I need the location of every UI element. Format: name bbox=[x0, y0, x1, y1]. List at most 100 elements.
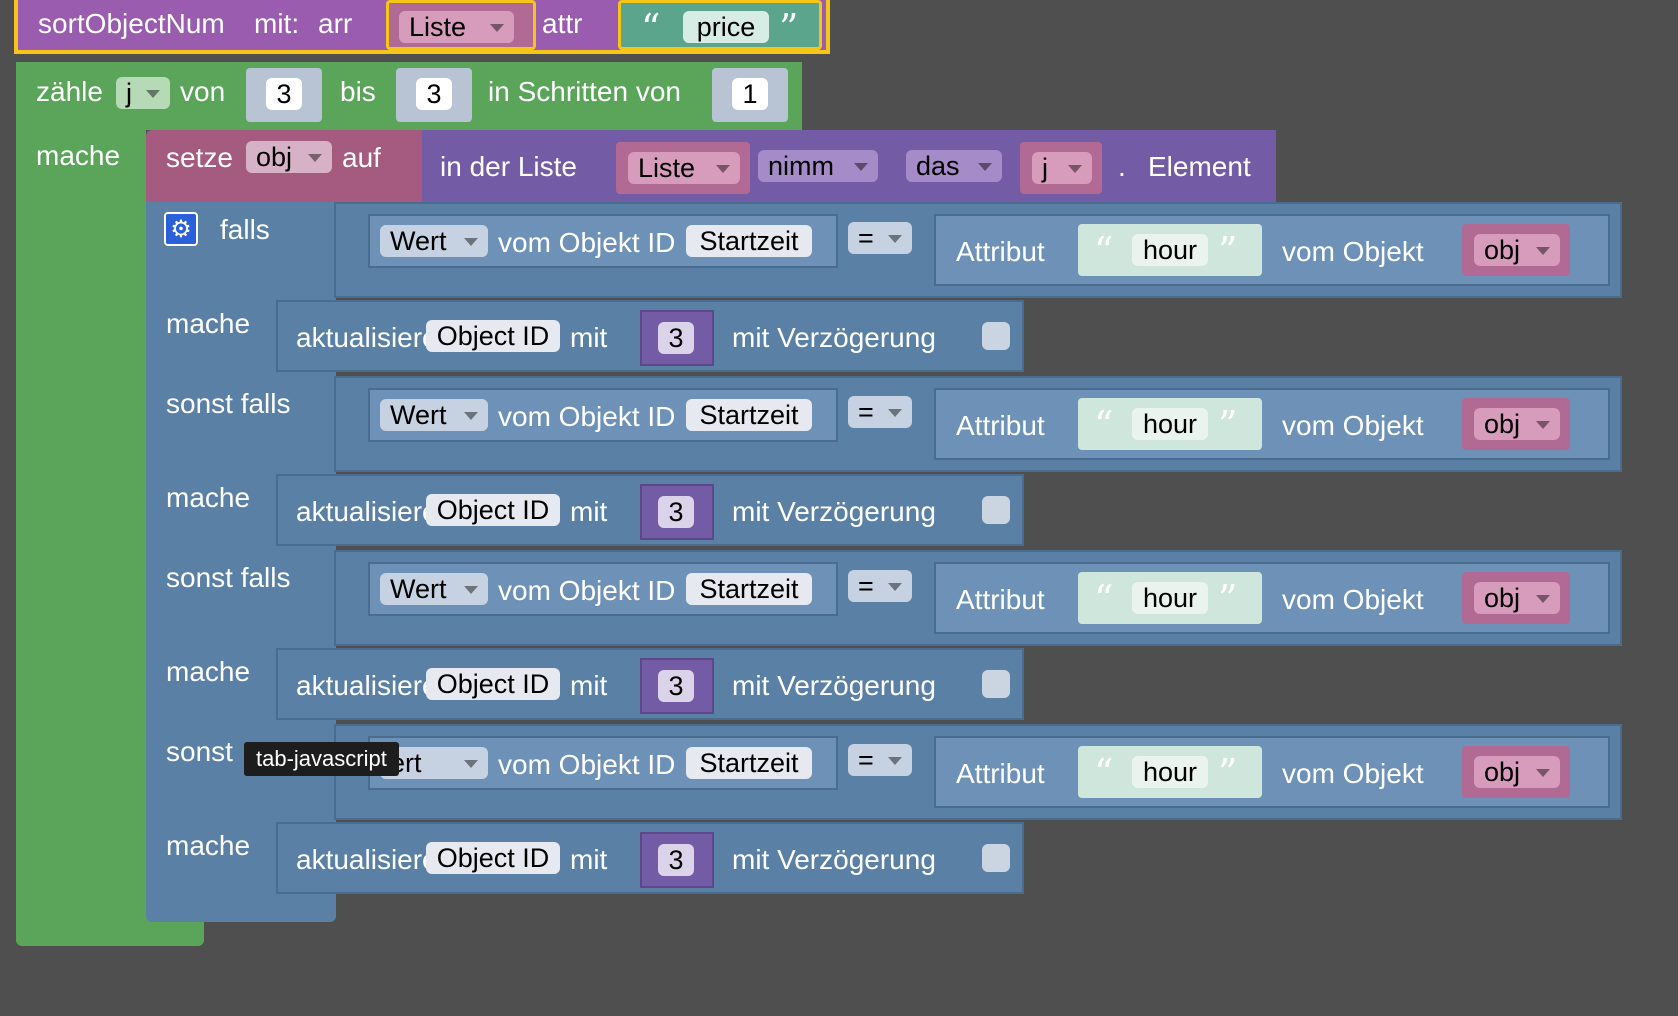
delay-checkbox[interactable] bbox=[982, 844, 1010, 872]
loop-step-value[interactable]: 1 bbox=[732, 78, 768, 110]
value-dropdown[interactable]: Wert bbox=[380, 573, 488, 605]
compare-op-dropdown[interactable]: = bbox=[848, 744, 912, 776]
update-label: aktualisiere bbox=[296, 844, 438, 875]
update-value[interactable]: 3 bbox=[658, 322, 694, 354]
object-id-field[interactable]: Object ID bbox=[426, 668, 560, 700]
object-id-field[interactable]: Object ID bbox=[426, 320, 560, 352]
attribute-text-field[interactable]: hour bbox=[1132, 408, 1208, 440]
object-id-field[interactable]: Startzeit bbox=[686, 573, 812, 605]
attribute-text-block[interactable]: “ hour ” bbox=[1078, 572, 1262, 624]
attribute-socket: Attribut “ hour ” vom Objekt obj bbox=[934, 388, 1610, 460]
open-quote-icon: “ bbox=[641, 6, 661, 50]
chevron-down-icon bbox=[1536, 421, 1550, 429]
action-row[interactable]: aktualisiere Object ID mit 3 mit Verzöge… bbox=[276, 300, 1024, 372]
set-to-label: auf bbox=[342, 142, 381, 173]
delay-label: mit Verzögerung bbox=[732, 670, 936, 701]
object-var-dropdown[interactable]: obj bbox=[1474, 756, 1560, 788]
attribute-text-field[interactable]: hour bbox=[1132, 756, 1208, 788]
value-dropdown[interactable]: Wert bbox=[380, 399, 488, 431]
update-value[interactable]: 3 bbox=[658, 844, 694, 876]
action-row[interactable]: aktualisiere Object ID mit 3 mit Verzöge… bbox=[276, 822, 1024, 894]
attribute-text-block[interactable]: “ hour ” bbox=[1078, 398, 1262, 450]
list-element-label: Element bbox=[1148, 151, 1251, 182]
attribute-label: Attribut bbox=[956, 410, 1045, 441]
do-label-0: mache bbox=[166, 308, 251, 339]
procedure-param1-label: arr bbox=[318, 8, 353, 39]
loop-var-dropdown[interactable]: j bbox=[116, 77, 170, 109]
chevron-down-icon bbox=[854, 163, 868, 171]
for-loop-spine bbox=[16, 128, 146, 890]
list-op-dropdown[interactable]: nimm bbox=[758, 150, 878, 182]
elseif-label-1: sonst falls bbox=[166, 388, 291, 419]
object-id-field[interactable]: Startzeit bbox=[686, 225, 812, 257]
open-quote-icon: “ bbox=[1094, 577, 1114, 621]
value-socket: 3 bbox=[640, 832, 714, 888]
of-object-label: vom Objekt bbox=[1282, 410, 1424, 441]
object-var-dropdown[interactable]: obj bbox=[1474, 408, 1560, 440]
update-value[interactable]: 3 bbox=[658, 496, 694, 528]
else-label: sonst bbox=[166, 736, 233, 767]
attribute-text-field[interactable]: hour bbox=[1132, 582, 1208, 614]
delay-label: mit Verzögerung bbox=[732, 322, 936, 353]
procedure-header-block[interactable]: sortObjectNum mit: arr Liste attr “ pric… bbox=[14, 0, 830, 54]
delay-checkbox[interactable] bbox=[982, 496, 1010, 524]
value-socket: Wert vom Objekt ID Startzeit bbox=[368, 214, 838, 268]
attribute-label: Attribut bbox=[956, 758, 1045, 789]
from-object-label: vom Objekt ID bbox=[498, 575, 676, 606]
chevron-down-icon bbox=[464, 586, 478, 594]
list-var-socket: Liste bbox=[616, 142, 750, 194]
object-id-field[interactable]: Startzeit bbox=[686, 399, 812, 431]
attribute-label: Attribut bbox=[956, 236, 1045, 267]
loop-from-value[interactable]: 3 bbox=[266, 78, 302, 110]
list-dot: . bbox=[1118, 151, 1126, 182]
value-socket: 3 bbox=[640, 484, 714, 540]
compare-op-dropdown[interactable]: = bbox=[848, 222, 912, 254]
object-var-socket: obj bbox=[1462, 572, 1570, 624]
close-quote-icon: ” bbox=[1218, 751, 1238, 795]
set-var-dropdown[interactable]: obj bbox=[246, 141, 332, 173]
param2-text-block[interactable]: “ price ” bbox=[618, 0, 822, 50]
condition-row[interactable]: Wert vom Objekt ID Startzeit = Attribut … bbox=[334, 550, 1622, 646]
list-index-dropdown[interactable]: j bbox=[1032, 152, 1092, 184]
with-label: mit bbox=[570, 496, 608, 527]
update-value[interactable]: 3 bbox=[658, 670, 694, 702]
chevron-down-icon bbox=[1536, 247, 1550, 255]
loop-to-value[interactable]: 3 bbox=[416, 78, 452, 110]
compare-op-dropdown[interactable]: = bbox=[848, 396, 912, 428]
condition-row[interactable]: Wert vom Objekt ID Startzeit = Attribut … bbox=[334, 376, 1622, 472]
object-id-field[interactable]: Startzeit bbox=[686, 747, 812, 779]
param1-dropdown[interactable]: Liste bbox=[399, 11, 514, 43]
gear-icon[interactable]: ⚙ bbox=[164, 212, 198, 246]
elseif-label-2: sonst falls bbox=[166, 562, 291, 593]
object-var-dropdown[interactable]: obj bbox=[1474, 234, 1560, 266]
param2-text-field[interactable]: price bbox=[683, 11, 769, 43]
delay-checkbox[interactable] bbox=[982, 670, 1010, 698]
condition-row[interactable]: Wert vom Objekt ID Startzeit = Attribut … bbox=[334, 202, 1622, 298]
list-mode-dropdown[interactable]: das bbox=[906, 150, 1002, 182]
chevron-down-icon bbox=[464, 412, 478, 420]
of-object-label: vom Objekt bbox=[1282, 758, 1424, 789]
action-row[interactable]: aktualisiere Object ID mit 3 mit Verzöge… bbox=[276, 648, 1024, 720]
attribute-label: Attribut bbox=[956, 584, 1045, 615]
object-id-field[interactable]: Object ID bbox=[426, 494, 560, 526]
delay-checkbox[interactable] bbox=[982, 322, 1010, 350]
loop-do-label: mache bbox=[36, 140, 121, 171]
object-id-field[interactable]: Object ID bbox=[426, 842, 560, 874]
object-var-socket: obj bbox=[1462, 398, 1570, 450]
chevron-down-icon bbox=[308, 154, 322, 162]
delay-label: mit Verzögerung bbox=[732, 844, 936, 875]
list-var-dropdown[interactable]: Liste bbox=[628, 152, 740, 184]
object-var-dropdown[interactable]: obj bbox=[1474, 582, 1560, 614]
attribute-text-field[interactable]: hour bbox=[1132, 234, 1208, 266]
procedure-with-label: mit: bbox=[254, 8, 300, 39]
open-quote-icon: “ bbox=[1094, 229, 1114, 273]
delay-label: mit Verzögerung bbox=[732, 496, 936, 527]
value-dropdown[interactable]: Wert bbox=[380, 225, 488, 257]
attribute-text-block[interactable]: “ hour ” bbox=[1078, 746, 1262, 798]
tooltip: tab-javascript bbox=[244, 742, 399, 776]
compare-op-dropdown[interactable]: = bbox=[848, 570, 912, 602]
condition-row[interactable]: ert vom Objekt ID Startzeit = Attribut “… bbox=[334, 724, 1622, 820]
action-row[interactable]: aktualisiere Object ID mit 3 mit Verzöge… bbox=[276, 474, 1024, 546]
attribute-text-block[interactable]: “ hour ” bbox=[1078, 224, 1262, 276]
chevron-down-icon bbox=[1536, 769, 1550, 777]
